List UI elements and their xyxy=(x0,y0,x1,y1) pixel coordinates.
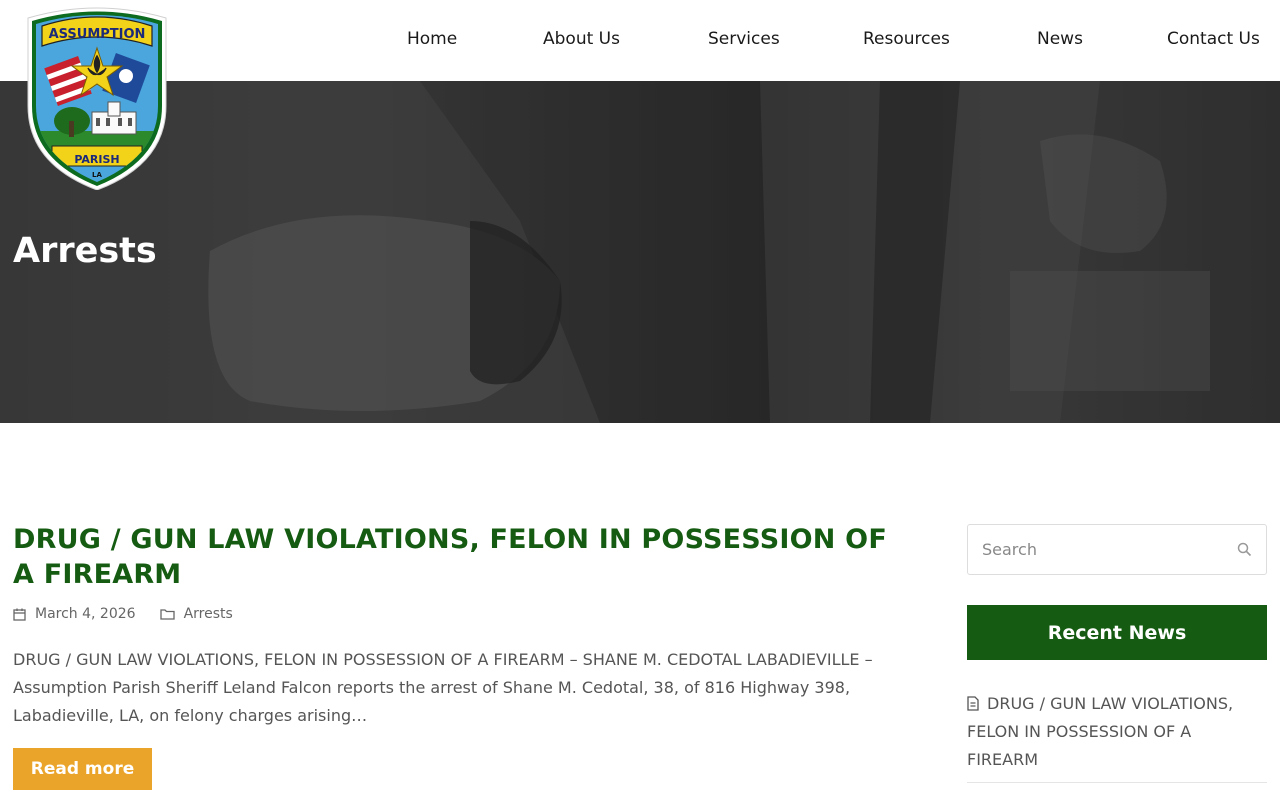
nav-contact-us[interactable]: Contact Us xyxy=(1167,29,1260,49)
sheriff-badge-logo: ASSUMPTION PARISH LA xyxy=(27,7,167,191)
site-logo[interactable]: ASSUMPTION PARISH LA xyxy=(22,6,172,191)
recent-news-heading: Recent News xyxy=(967,605,1267,660)
svg-text:PARISH: PARISH xyxy=(74,153,119,166)
nav-home[interactable]: Home xyxy=(407,29,457,49)
post-title-link[interactable]: DRUG / GUN LAW VIOLATIONS, FELON IN POSS… xyxy=(13,522,913,592)
site-header: Home About Us Services Resources News Co… xyxy=(0,0,1280,81)
search-box xyxy=(967,524,1267,575)
recent-news-item[interactable]: DRUG / GUN LAW VIOLATIONS, FELON IN POSS… xyxy=(967,690,1267,783)
post-date: March 4, 2026 xyxy=(13,606,136,622)
post-category[interactable]: Arrests xyxy=(159,606,233,622)
read-more-button[interactable]: Read more xyxy=(13,748,152,790)
nav-news[interactable]: News xyxy=(1037,29,1083,49)
post-category-link[interactable]: Arrests xyxy=(184,606,233,622)
svg-text:LA: LA xyxy=(92,171,102,179)
nav-resources[interactable]: Resources xyxy=(863,29,950,49)
calendar-icon xyxy=(13,608,26,621)
search-input[interactable] xyxy=(982,540,1222,559)
nav-services[interactable]: Services xyxy=(708,29,780,49)
search-icon[interactable] xyxy=(1237,542,1252,557)
folder-icon xyxy=(159,609,175,620)
recent-news-item-label[interactable]: DRUG / GUN LAW VIOLATIONS, FELON IN POSS… xyxy=(967,694,1233,769)
post-date-text: March 4, 2026 xyxy=(35,606,136,622)
document-icon xyxy=(967,696,979,711)
post-excerpt: DRUG / GUN LAW VIOLATIONS, FELON IN POSS… xyxy=(13,650,873,725)
page-title: Arrests xyxy=(13,231,157,271)
post-meta: March 4, 2026 Arrests xyxy=(13,606,257,622)
nav-about-us[interactable]: About Us xyxy=(543,29,620,49)
hero-background-image xyxy=(0,81,1280,423)
svg-text:ASSUMPTION: ASSUMPTION xyxy=(49,27,146,42)
page-hero-banner: Arrests xyxy=(0,81,1280,423)
